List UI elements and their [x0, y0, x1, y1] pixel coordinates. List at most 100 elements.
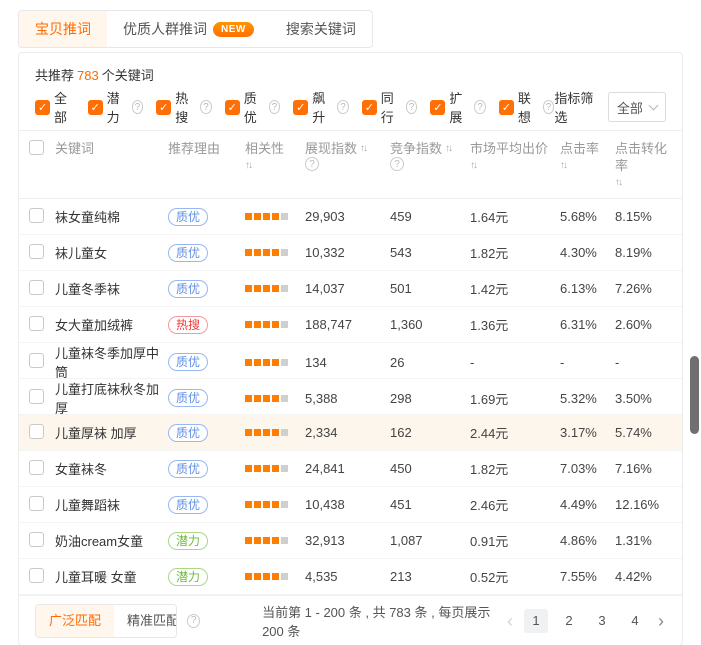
table-row: 儿童舞蹈袜质优10,4384512.46元4.49%12.16% [19, 487, 682, 523]
row-select-cell [29, 353, 55, 371]
row-select-cell [29, 568, 55, 586]
checkbox-checked-icon[interactable]: ✓ [499, 100, 514, 115]
relevance-dot [272, 285, 279, 292]
filter-item[interactable]: ✓全部 [35, 88, 75, 126]
filter-item[interactable]: ✓飙升? [293, 88, 349, 126]
header-line: 展现指数↑↓ [305, 140, 386, 157]
top-tab-1[interactable]: 宝贝推词 [19, 11, 107, 47]
header-line: 竞争指数↑↓ [390, 140, 466, 157]
column-label: 关键词 [55, 140, 94, 157]
help-icon[interactable]: ? [390, 157, 404, 171]
checkbox-checked-icon[interactable]: ✓ [293, 100, 308, 115]
page-button-2[interactable]: 2 [557, 609, 581, 633]
row-checkbox[interactable] [29, 424, 44, 439]
row-checkbox[interactable] [29, 353, 44, 368]
help-icon[interactable]: ? [543, 100, 555, 114]
checkbox-checked-icon[interactable]: ✓ [35, 100, 50, 115]
column-label: 推荐理由 [168, 140, 220, 157]
relevance-dot [263, 537, 270, 544]
checkbox-checked-icon[interactable]: ✓ [88, 100, 103, 115]
help-icon[interactable]: ? [474, 100, 486, 114]
help-icon[interactable]: ? [269, 100, 281, 114]
ctr-cell: 5.68% [560, 209, 615, 224]
sort-icon[interactable]: ↑↓ [615, 174, 623, 191]
relevance-dot [272, 213, 279, 220]
filter-item[interactable]: ✓扩展? [430, 88, 486, 126]
filter-label: 质优 [244, 88, 265, 126]
relevance-dot [263, 321, 270, 328]
relevance-dot [254, 465, 261, 472]
filter-item[interactable]: ✓潜力? [88, 88, 144, 126]
avg-price-cell: 1.36元 [470, 315, 560, 334]
row-checkbox[interactable] [29, 496, 44, 511]
page-button-4[interactable]: 4 [623, 609, 647, 633]
sort-icon[interactable]: ↑↓ [445, 140, 453, 157]
match-mode-button[interactable]: 广泛匹配 [36, 605, 114, 637]
relevance-cell [245, 321, 305, 328]
cvr-cell: 1.31% [615, 533, 682, 548]
relevance-dot [245, 321, 252, 328]
relevance-dot [245, 537, 252, 544]
relevance-dot [263, 429, 270, 436]
match-mode-help-icon[interactable]: ? [187, 614, 200, 628]
sort-icon[interactable]: ↑↓ [560, 157, 568, 174]
relevance-dot [263, 395, 270, 402]
row-checkbox[interactable] [29, 532, 44, 547]
help-icon[interactable]: ? [132, 100, 144, 114]
help-icon[interactable]: ? [406, 100, 418, 114]
select-all-checkbox[interactable] [29, 140, 44, 155]
row-checkbox[interactable] [29, 208, 44, 223]
filter-item[interactable]: ✓ 质优? [225, 88, 281, 126]
page-button-3[interactable]: 3 [590, 609, 614, 633]
scrollbar-thumb[interactable] [690, 356, 699, 434]
checkbox-checked-icon[interactable]: ✓ [156, 100, 171, 115]
row-checkbox[interactable] [29, 460, 44, 475]
relevance-dot [245, 395, 252, 402]
compete-index-cell: 1,360 [390, 317, 470, 332]
top-tab-2[interactable]: 优质人群推词NEW [107, 11, 270, 47]
reason-cell: 质优 [168, 280, 245, 298]
top-tab-3[interactable]: 搜索关键词 [270, 11, 372, 47]
checkbox-checked-icon[interactable]: ✓ [225, 100, 240, 115]
table-row: 儿童厚袜 加厚质优2,3341622.44元3.17%5.74% [19, 415, 682, 451]
relevance-dot [254, 537, 261, 544]
help-icon[interactable]: ? [200, 100, 212, 114]
reason-cell: 质优 [168, 389, 245, 407]
filter-item[interactable]: ✓同行? [362, 88, 418, 126]
help-icon[interactable]: ? [337, 100, 349, 114]
reason-badge: 热搜 [168, 316, 208, 334]
display-index-cell: 14,037 [305, 281, 390, 296]
keyword-cell: 袜儿童女 [55, 243, 168, 262]
compete-index-cell: 213 [390, 569, 470, 584]
metric-filter-select[interactable]: 全部 [608, 92, 666, 122]
pagination-info: 当前第 1 - 200 条 , 共 783 条 , 每页展示 200 条 [262, 602, 505, 640]
display-index-cell: 188,747 [305, 317, 390, 332]
header-line: ↑↓ [615, 174, 678, 191]
avg-price-cell: 1.64元 [470, 207, 560, 226]
next-page-icon[interactable]: › [656, 610, 666, 632]
row-checkbox[interactable] [29, 244, 44, 259]
filter-item[interactable]: ✓联想? [499, 88, 555, 126]
relevance-cell [245, 359, 305, 366]
checkbox-checked-icon[interactable]: ✓ [430, 100, 445, 115]
sort-icon[interactable]: ↑↓ [470, 157, 478, 174]
table-header-row: 关键词推荐理由相关性↑↓展现指数↑↓?竞争指数↑↓?市场平均出价↑↓点击率↑↓点… [19, 131, 682, 199]
header-line: 相关性 [245, 140, 301, 157]
checkbox-checked-icon[interactable]: ✓ [362, 100, 377, 115]
row-checkbox[interactable] [29, 280, 44, 295]
sort-icon[interactable]: ↑↓ [245, 157, 253, 174]
page-button-1[interactable]: 1 [524, 609, 548, 633]
row-checkbox[interactable] [29, 316, 44, 331]
sort-icon[interactable]: ↑↓ [360, 140, 368, 157]
match-mode-button[interactable]: 精准匹配 [114, 605, 177, 637]
compete-index-cell: 459 [390, 209, 470, 224]
row-checkbox[interactable] [29, 568, 44, 583]
help-icon[interactable]: ? [305, 157, 319, 171]
filter-item[interactable]: ✓热搜? [156, 88, 212, 126]
row-checkbox[interactable] [29, 389, 44, 404]
prev-page-icon[interactable]: ‹ [505, 610, 515, 632]
relevance-dot [263, 501, 270, 508]
relevance-dot [245, 285, 252, 292]
header-line: 关键词 [55, 140, 164, 157]
summary-prefix: 共推荐 [35, 68, 74, 83]
